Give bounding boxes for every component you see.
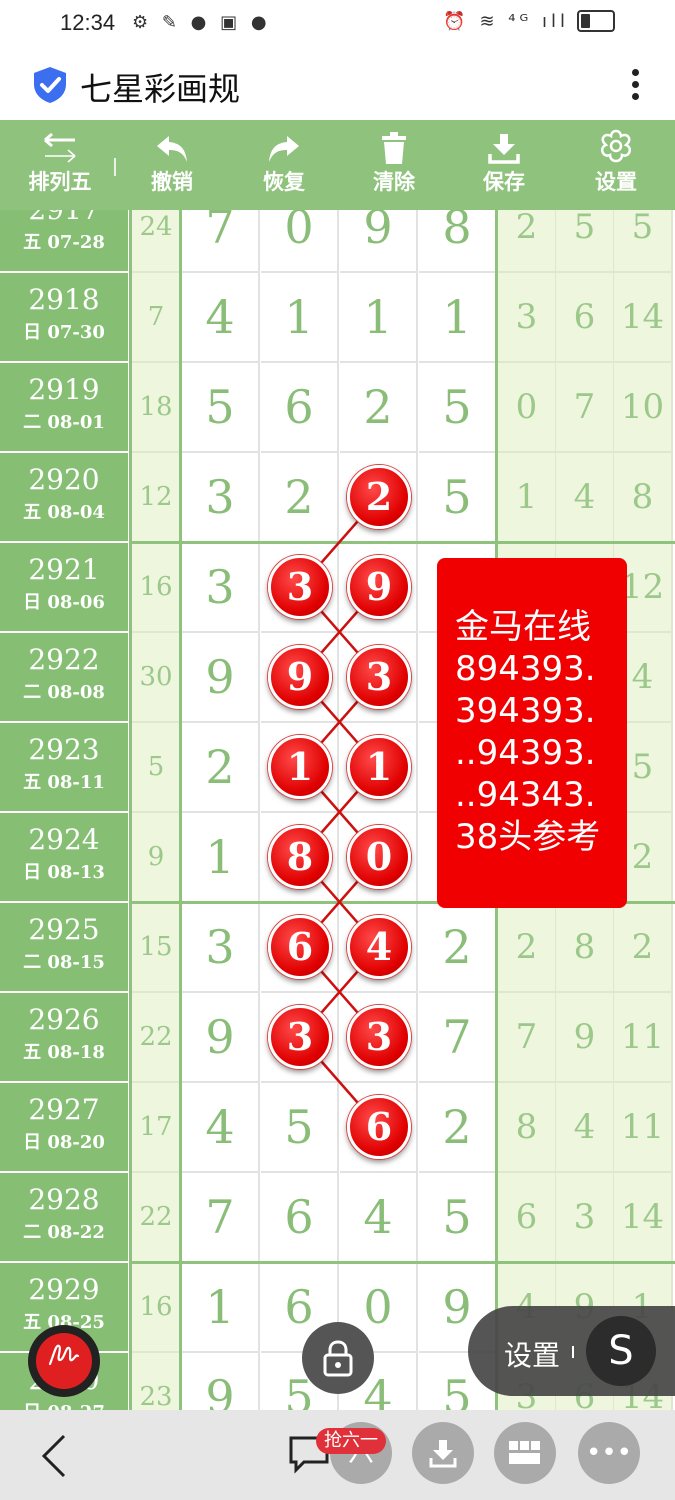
- marked-number-ball[interactable]: 4: [347, 915, 411, 979]
- note-line: 金马在线: [455, 607, 591, 647]
- marked-number-ball[interactable]: 9: [268, 645, 332, 709]
- lock-button[interactable]: [302, 1322, 374, 1394]
- marked-number-ball[interactable]: 1: [268, 735, 332, 799]
- note-line: ..94393.: [455, 733, 596, 773]
- note-line: ..94343.: [455, 775, 596, 815]
- marked-number-ball[interactable]: 1: [347, 735, 411, 799]
- note-line: 38头参考: [455, 817, 601, 857]
- floating-s-button[interactable]: S: [586, 1316, 656, 1386]
- floating-settings-label: 设置: [504, 1339, 561, 1372]
- prediction-note: 金马在线 894393. 394393. ..94393. ..94343. 3…: [437, 558, 627, 908]
- pill-divider: [572, 1346, 574, 1358]
- marked-number-ball[interactable]: 3: [347, 1005, 411, 1069]
- back-chevron-icon[interactable]: [40, 1434, 68, 1482]
- floating-settings[interactable]: 设置 S: [468, 1306, 675, 1396]
- marked-number-ball[interactable]: 2: [347, 465, 411, 529]
- grid-icon[interactable]: [494, 1422, 556, 1484]
- more-icon[interactable]: •••: [578, 1422, 640, 1484]
- marked-number-ball[interactable]: 6: [347, 1095, 411, 1159]
- download-box-icon[interactable]: [412, 1422, 474, 1484]
- marked-number-ball[interactable]: 8: [268, 825, 332, 889]
- marked-number-ball[interactable]: 0: [347, 825, 411, 889]
- browser-bottom-bar: 六 •••: [0, 1410, 675, 1500]
- marked-number-ball[interactable]: 9: [347, 555, 411, 619]
- marked-number-ball[interactable]: 3: [268, 1005, 332, 1069]
- note-line: 394393.: [455, 691, 596, 731]
- promo-badge[interactable]: 抢六一: [316, 1428, 386, 1454]
- lock-icon: [323, 1340, 353, 1377]
- note-line: 894393.: [455, 649, 596, 689]
- draw-pen-button[interactable]: [28, 1325, 100, 1397]
- pen-icon: [36, 1333, 92, 1389]
- marked-number-ball[interactable]: 6: [268, 915, 332, 979]
- marked-number-ball[interactable]: 3: [347, 645, 411, 709]
- marked-number-ball[interactable]: 3: [268, 555, 332, 619]
